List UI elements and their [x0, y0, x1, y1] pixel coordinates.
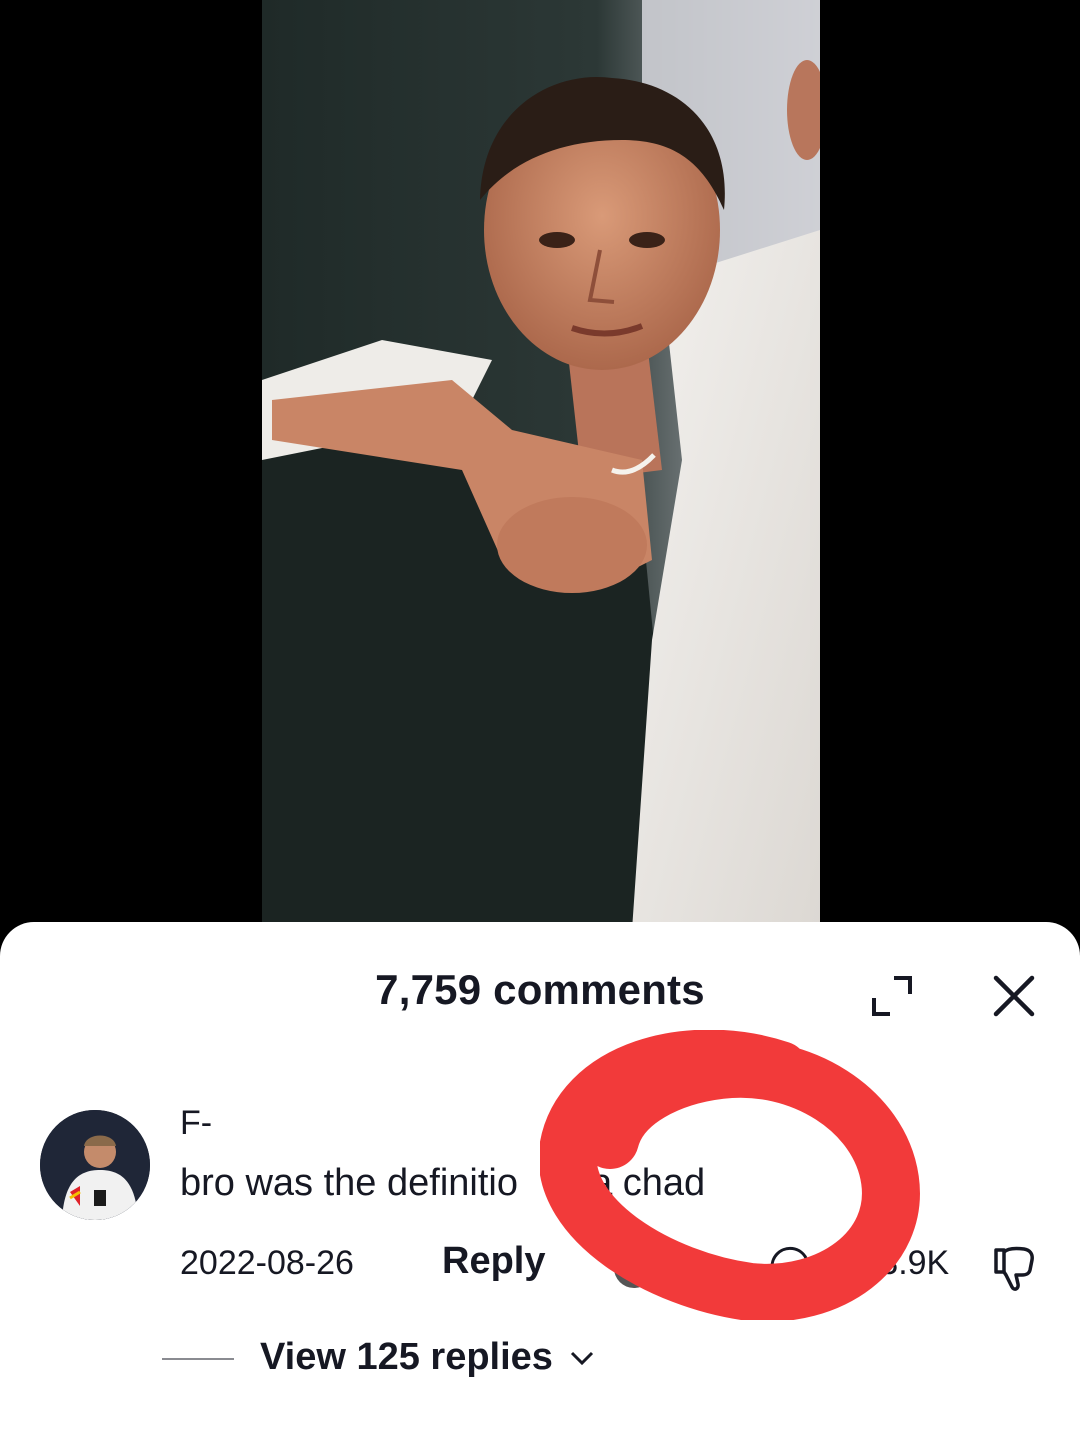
like-count: 113.9K: [844, 1244, 950, 1282]
dislike-button[interactable]: [986, 1240, 1042, 1296]
comment-date: 2022-08-26: [180, 1244, 354, 1282]
comment-text: bro was the definitio f a chad: [180, 1162, 705, 1205]
video-photo[interactable]: [262, 0, 820, 930]
reply-button[interactable]: Reply: [442, 1240, 545, 1283]
expand-button[interactable]: [866, 970, 918, 1022]
close-button[interactable]: [986, 968, 1042, 1024]
comment-username[interactable]: F-: [180, 1104, 212, 1143]
liked-by-avatars[interactable]: [612, 1246, 832, 1290]
photo-illustration: [262, 0, 820, 930]
replies-divider: [162, 1358, 234, 1360]
comment-text-tail: f a chad: [569, 1162, 706, 1204]
thumbs-down-icon: [994, 1246, 1034, 1291]
view-replies-label: View 125 replies: [260, 1336, 553, 1378]
comments-count-title: 7,759 comments: [375, 966, 705, 1013]
comment-text-head: bro was the definitio: [180, 1162, 518, 1204]
avatar[interactable]: [40, 1110, 150, 1220]
heart-avatar-icon: [614, 1246, 810, 1288]
video-screen: 7,759 comments F- bro was the definitio …: [0, 0, 1080, 1440]
expand-icon: [872, 976, 912, 1016]
comments-sheet: 7,759 comments F- bro was the definitio …: [0, 922, 1080, 1440]
chevron-down-icon: [570, 1351, 594, 1365]
close-icon: [993, 975, 1035, 1017]
avatar-image: [40, 1110, 150, 1220]
view-replies-button[interactable]: View 125 replies: [260, 1336, 597, 1379]
